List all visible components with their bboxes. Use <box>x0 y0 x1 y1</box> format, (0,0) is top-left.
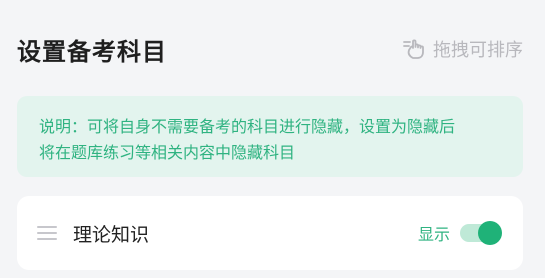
drag-sort-hint-label: 拖拽可排序 <box>433 40 523 61</box>
notice-text-line1: 说明：可将自身不需要备考的科目进行隐藏，设置为隐藏后 <box>39 117 456 136</box>
visibility-toggle[interactable] <box>460 221 502 245</box>
subject-item[interactable]: 理论知识 显示 <box>17 196 523 270</box>
hand-drag-icon <box>401 37 429 61</box>
drag-sort-hint: 拖拽可排序 <box>401 36 523 62</box>
drag-handle-icon[interactable] <box>37 226 57 240</box>
notice-text-line2: 将在题库练习等相关内容中隐藏科目 <box>39 143 296 162</box>
visibility-label: 显示 <box>417 225 450 244</box>
toggle-knob <box>478 221 502 245</box>
subject-name: 理论知识 <box>73 223 150 246</box>
page-title: 设置备考科目 <box>17 37 167 66</box>
notice-box: 说明：可将自身不需要备考的科目进行隐藏，设置为隐藏后 将在题库练习等相关内容中隐… <box>17 96 523 177</box>
page-header: 设置备考科目 拖拽可排序 <box>17 30 523 68</box>
